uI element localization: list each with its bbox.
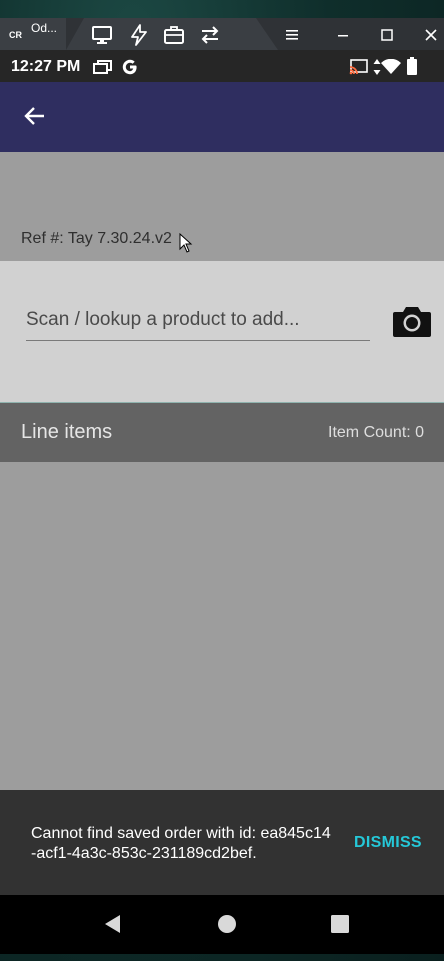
mouse-cursor-icon: [179, 233, 193, 253]
product-search-input[interactable]: [26, 300, 370, 341]
swap-arrows-icon[interactable]: [199, 24, 221, 46]
camera-icon[interactable]: [391, 301, 433, 341]
maximize-icon[interactable]: [376, 24, 398, 46]
battery-icon: [407, 57, 417, 75]
app-logo: CR: [9, 30, 22, 40]
minimize-icon[interactable]: [332, 24, 354, 46]
lightning-icon[interactable]: [128, 24, 150, 46]
recents-square-icon[interactable]: [329, 913, 351, 935]
wifi-icon: [381, 59, 401, 74]
item-count: Item Count: 0: [328, 424, 425, 441]
line-items-list: [0, 462, 444, 790]
status-time: 12:27 PM: [11, 58, 81, 75]
back-triangle-icon[interactable]: [102, 913, 124, 935]
cast-icon: [349, 59, 368, 75]
google-icon: [122, 59, 137, 75]
home-circle-icon[interactable]: [216, 913, 238, 935]
window-tab-title: Od...: [31, 21, 58, 35]
snackbar-message: Cannot find saved order with id: ea845c1…: [31, 825, 331, 862]
recent-apps-icon: [93, 60, 112, 74]
briefcase-icon[interactable]: [163, 24, 185, 46]
list-icon[interactable]: [281, 24, 303, 46]
order-reference: Ref #: Tay 7.30.24.v2: [21, 230, 172, 247]
line-items-title: Line items: [21, 421, 113, 443]
dismiss-button[interactable]: DISMISS: [354, 834, 422, 852]
monitor-icon[interactable]: [91, 24, 113, 46]
arrow-left-icon[interactable]: [20, 101, 50, 131]
close-icon[interactable]: [420, 24, 442, 46]
app-bar: [0, 82, 444, 152]
